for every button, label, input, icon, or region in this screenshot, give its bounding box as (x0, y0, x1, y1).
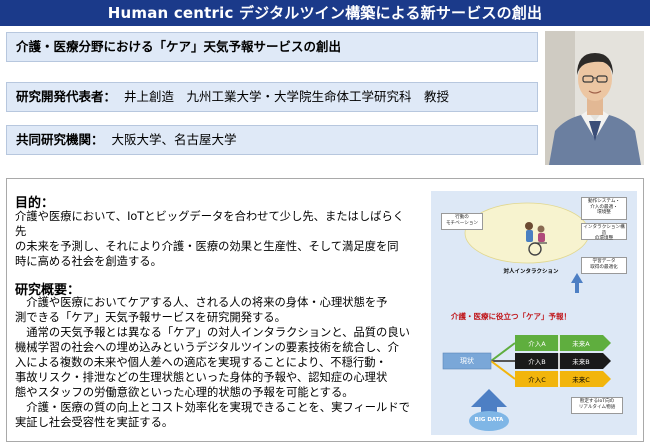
researcher-photo (545, 31, 644, 165)
overview-line: 介護・医療の質の向上とコスト効率化を実現できることを、実フィールドで (15, 401, 410, 414)
overview-text: 介護や医療においてケアする人、される人の将来の身体・心理状態を予 測できる「ケア… (15, 295, 415, 430)
joint-institutions-label: 共同研究機関： (16, 132, 104, 147)
purpose-line: 介護や医療において、IoTとビッグデータを合わせて少し先、またはしばらく先 (15, 210, 405, 238)
intervention-a: 介入A (528, 340, 546, 348)
purpose-text: 介護や医療において、IoTとビッグデータを合わせて少し先、またはしばらく先 の未… (15, 209, 415, 269)
overview-line: 測できる「ケア」天気予報サービスを研究開発する。 (15, 311, 286, 324)
intervention-c: 介入C (528, 376, 546, 384)
representative-box: 研究開発代表者： 井上創造 九州工業大学・大学院生命体工学研究科 教授 (6, 82, 538, 112)
representative-value: 井上創造 九州工業大学・大学院生命体工学研究科 教授 (124, 89, 450, 104)
system-bubble: 動作システム・ 介入の最適・ 環境整 (581, 197, 627, 220)
overview-line: 事故リスク・排泄などの生理状態といった身体的予報や、認知症の心理状 (15, 371, 388, 384)
forecast-title: 介護・医療に役立つ「ケア」予報！ (451, 312, 571, 321)
project-title-box: 介護・医療分野における「ケア」天気予報サービスの創出 (6, 32, 538, 62)
future-a: 未来A (572, 340, 590, 348)
bubble-text: インタラクション構造 (583, 225, 625, 236)
overview-line: 介護や医療においてケアする人、される人の将来の身体・心理状態を予 (15, 296, 388, 309)
overview-line: 機械学習の社会への埋め込みというデジタルツインの要素技術を統合し、介 (15, 341, 399, 354)
motivation-bubble: 行動の モチベーション (441, 213, 483, 230)
intervention-b: 介入B (528, 358, 546, 366)
purpose-line: の未来を予測し、それにより介護・医療の効果と生産性、そして満足度を同 (15, 240, 399, 253)
joint-institutions-value: 大阪大学、名古屋大学 (111, 132, 237, 147)
learning-data-bubble: 学習データ 取得の最適化 (581, 257, 627, 274)
current-state-label: 現状 (460, 357, 474, 365)
bubble-text: リアルタイム物語 (578, 404, 616, 410)
bubble-text: モチベーション (445, 220, 479, 226)
representative-label: 研究開発代表者： (16, 89, 117, 104)
portrait-illustration (545, 31, 644, 165)
concept-diagram: 行動の モチベーション 動作システム・ 介入の最適・ 環境整 インタラクション構… (431, 191, 637, 435)
future-c: 未来C (572, 376, 590, 384)
bubble-text: の環境整 (594, 236, 614, 242)
future-b: 未来B (572, 358, 590, 366)
project-title: 介護・医療分野における「ケア」天気予報サービスの創出 (16, 39, 342, 54)
iot-bubble: 暫定するIoT向の リアルタイム物語 (571, 397, 623, 414)
page-title: Human centric デジタルツイン構築による新サービスの創出 (0, 0, 650, 26)
content-box: 目的： 介護や医療において、IoTとビッグデータを合わせて少し先、またはしばらく… (6, 178, 644, 442)
overview-line: 通常の天気予報とは異なる「ケア」の対人インタラクションと、品質の良い (15, 326, 410, 339)
purpose-line: 時に高める社会を創造する。 (15, 255, 162, 268)
bubble-text: 取得の最適化 (590, 264, 618, 270)
big-data-label: BIG DATA (474, 417, 504, 423)
overview-line: 実証し社会受容性を実証する。 (15, 416, 174, 429)
bubble-text: 動作システム・ (587, 199, 621, 204)
overview-line: 態やスタッフの労働意欲といった心理的状態の予報を可能とする。 (15, 386, 354, 399)
interaction-caption: 対人インタラクション (503, 269, 559, 275)
bubble-text: 環境整 (597, 210, 611, 216)
interaction-bubble: インタラクション構造 の環境整 (581, 223, 627, 242)
joint-institutions-box: 共同研究機関： 大阪大学、名古屋大学 (6, 125, 538, 155)
overview-line: 入による複数の未来や個人差への適応を実現することにより、不穏行動・ (15, 356, 387, 369)
